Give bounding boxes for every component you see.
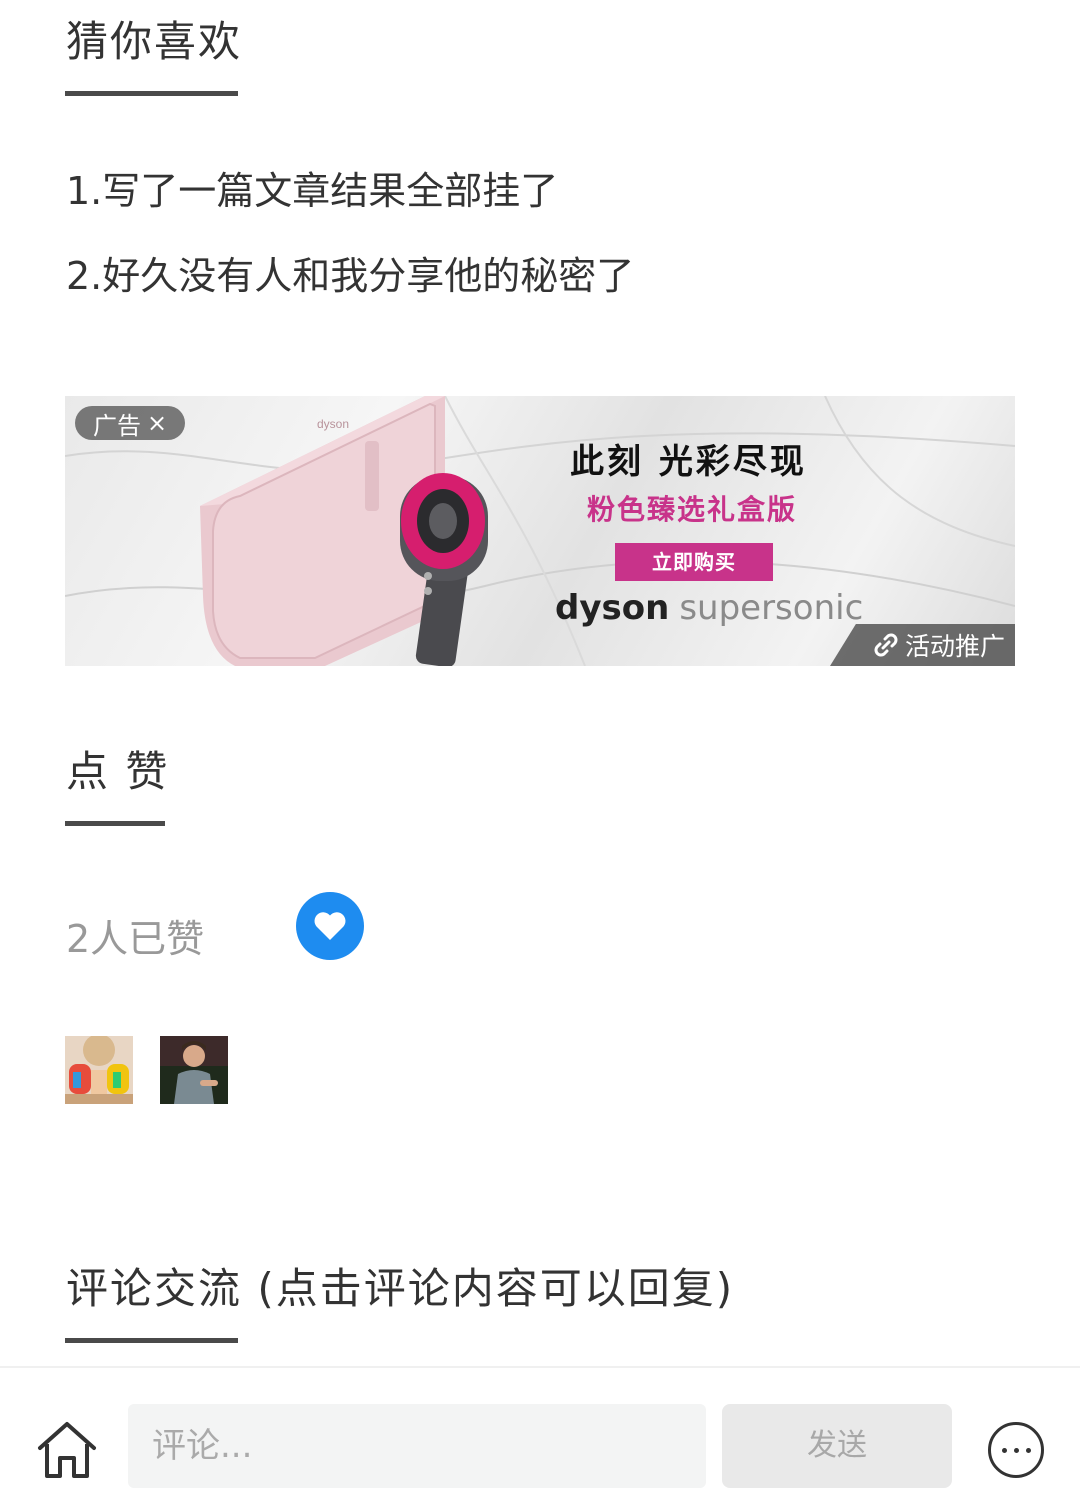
ad-promo-label: 活动推广: [904, 632, 1005, 661]
like-button[interactable]: [296, 892, 364, 960]
avatar-painted-hands: [65, 1036, 133, 1104]
close-icon[interactable]: ×: [147, 409, 167, 437]
ad-subheadline: 粉色臻选礼盒版: [587, 493, 798, 526]
ad-banner[interactable]: dyson 广告 × 此刻 光彩尽现 粉色臻选礼盒版 立即购买 dyson sup…: [65, 396, 1015, 666]
comments-title-underline: [65, 1338, 238, 1343]
recommend-item-1[interactable]: 1.写了一篇文章结果全部挂了: [66, 160, 558, 215]
likes-title-underline: [65, 821, 165, 826]
heart-icon: [314, 912, 346, 940]
recommend-item-2[interactable]: 2.好久没有人和我分享他的秘密了: [66, 245, 634, 300]
more-icon-dot: [1013, 1447, 1019, 1453]
recommend-title: 猜你喜欢: [66, 17, 243, 66]
home-button[interactable]: [36, 1420, 98, 1480]
bottom-comment-bar: 发送: [0, 1366, 1080, 1509]
ad-brand-name: dyson: [555, 588, 670, 628]
ad-brand-product: supersonic: [679, 588, 864, 628]
ad-promo-tag[interactable]: 活动推广: [830, 624, 1015, 666]
more-icon-dot: [1025, 1447, 1031, 1453]
liker-avatar-2[interactable]: [160, 1036, 228, 1104]
link-icon: [871, 630, 901, 660]
more-button[interactable]: [988, 1422, 1044, 1478]
home-icon: [38, 1422, 96, 1478]
recommend-title-underline: [65, 91, 238, 96]
case-logo: dyson: [317, 417, 349, 431]
comment-input[interactable]: [128, 1404, 706, 1488]
ad-buy-button[interactable]: 立即购买: [615, 543, 773, 581]
article-page: 猜你喜欢 1.写了一篇文章结果全部挂了 2.好久没有人和我分享他的秘密了 dys…: [0, 0, 1080, 1509]
likes-title: 点 赞: [66, 747, 170, 796]
ad-headline: 此刻 光彩尽现: [570, 442, 807, 482]
ad-badge-label: 广告: [93, 411, 141, 440]
avatar-man-portrait: [160, 1036, 228, 1104]
liker-avatar-1[interactable]: [65, 1036, 133, 1104]
send-button[interactable]: 发送: [722, 1404, 952, 1488]
ad-badge[interactable]: 广告 ×: [75, 406, 185, 440]
ad-brand: dyson supersonic: [555, 588, 863, 628]
more-icon-dot: [1001, 1447, 1007, 1453]
hair-dryer-image: [400, 473, 488, 666]
comments-title: 评论交流 (点击评论内容可以回复): [66, 1264, 735, 1313]
like-count: 2人已赞: [66, 917, 205, 961]
